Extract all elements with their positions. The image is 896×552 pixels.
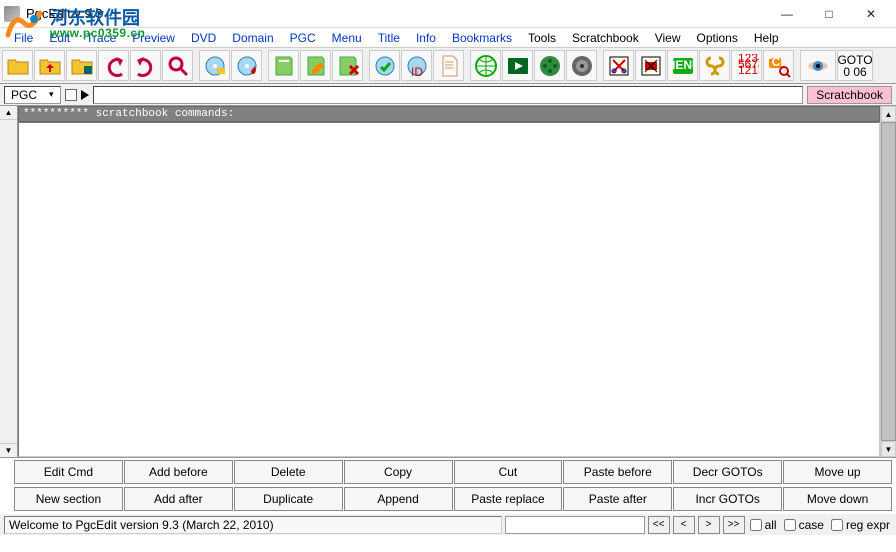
decr-gotos-button[interactable]: Decr GOTOs xyxy=(673,460,782,484)
nav-down[interactable]: ▼ xyxy=(0,443,17,457)
move-up-button[interactable]: Move up xyxy=(783,460,892,484)
disc-check-button[interactable] xyxy=(369,50,400,81)
paste-before-button[interactable]: Paste before xyxy=(563,460,672,484)
commands-body[interactable] xyxy=(18,122,880,457)
menu-domain[interactable]: Domain xyxy=(224,29,281,47)
pgc-selector[interactable]: PGC ▾ xyxy=(4,86,61,104)
cut-button[interactable]: Cut xyxy=(454,460,563,484)
menu-options[interactable]: Options xyxy=(689,29,746,47)
paste-after-button[interactable]: Paste after xyxy=(563,487,672,511)
close-button[interactable]: ✕ xyxy=(850,2,892,26)
nav-first[interactable]: << xyxy=(648,516,670,534)
titlebar: PgcEdit v 9.3 — □ ✕ xyxy=(0,0,896,28)
command-buttons-row1: Edit CmdAdd beforeDeleteCopyCutPaste bef… xyxy=(0,458,896,485)
numbers-button[interactable]: 123456781213 xyxy=(731,50,762,81)
undo-button[interactable] xyxy=(98,50,129,81)
menu-dvd[interactable]: DVD xyxy=(183,29,224,47)
scrollbar[interactable]: ▲ ▼ xyxy=(880,106,896,457)
menu-tools[interactable]: Tools xyxy=(520,29,564,47)
edit-cmd-button[interactable]: Edit Cmd xyxy=(14,460,123,484)
case-checkbox[interactable]: case xyxy=(782,518,826,532)
nav-prev[interactable]: < xyxy=(673,516,695,534)
menu-scratchbook[interactable]: Scratchbook xyxy=(564,29,647,47)
svg-text:ID: ID xyxy=(411,65,423,78)
link-button[interactable] xyxy=(699,50,730,81)
incr-gotos-button[interactable]: Incr GOTOs xyxy=(673,487,782,511)
window-title: PgcEdit v 9.3 xyxy=(26,6,766,21)
goto-button[interactable]: GOTO0 06 xyxy=(837,50,873,81)
svg-text:MENU: MENU xyxy=(671,58,695,72)
move-down-button[interactable]: Move down xyxy=(783,487,892,511)
disc-id-button[interactable]: ID xyxy=(401,50,432,81)
nav-column: ▲ ▼ xyxy=(0,106,18,457)
nav-next[interactable]: > xyxy=(698,516,720,534)
disc-burn-button[interactable] xyxy=(231,50,262,81)
menu-menu[interactable]: Menu xyxy=(324,29,370,47)
svg-text:1213: 1213 xyxy=(738,63,759,77)
copy-button[interactable]: Copy xyxy=(344,460,453,484)
add-before-button[interactable]: Add before xyxy=(124,460,233,484)
page-button[interactable] xyxy=(433,50,464,81)
menu-bookmarks[interactable]: Bookmarks xyxy=(444,29,520,47)
commands-header: ********** scratchbook commands: xyxy=(18,106,880,122)
app-icon xyxy=(4,6,20,22)
film-button[interactable] xyxy=(534,50,565,81)
menu-green-button[interactable]: MENU xyxy=(667,50,698,81)
all-checkbox[interactable]: all xyxy=(748,518,779,532)
search-input[interactable] xyxy=(505,516,645,534)
gear-button[interactable] xyxy=(566,50,597,81)
append-button[interactable]: Append xyxy=(344,487,453,511)
menu-file[interactable]: File xyxy=(6,29,41,47)
delete-button[interactable]: Delete xyxy=(234,460,343,484)
eye-button[interactable] xyxy=(800,50,836,81)
subbar-input[interactable] xyxy=(93,86,804,104)
play-icon[interactable] xyxy=(81,90,89,100)
checkbox[interactable] xyxy=(65,89,77,101)
menu-trace[interactable]: Trace xyxy=(78,29,124,47)
menu-edit[interactable]: Edit xyxy=(41,29,78,47)
book-edit-button[interactable] xyxy=(300,50,331,81)
play-tv-button[interactable] xyxy=(502,50,533,81)
menubar: FileEditTracePreviewDVDDomainPGCMenuTitl… xyxy=(0,28,896,48)
menu-help[interactable]: Help xyxy=(746,29,787,47)
menu-info[interactable]: Info xyxy=(408,29,444,47)
import-folder-button[interactable] xyxy=(34,50,65,81)
regex-checkbox[interactable]: reg expr xyxy=(829,518,892,532)
disc-open-button[interactable] xyxy=(199,50,230,81)
nav-up[interactable]: ▲ xyxy=(0,106,17,120)
toolbar: ID MENU 123456781213TCL GOTO0 06 xyxy=(0,48,896,84)
menu-pgc[interactable]: PGC xyxy=(282,29,324,47)
subbar: PGC ▾ Scratchbook xyxy=(0,84,896,106)
book-delete-button[interactable] xyxy=(332,50,363,81)
paste-replace-button[interactable]: Paste replace xyxy=(454,487,563,511)
menu-preview[interactable]: Preview xyxy=(124,29,183,47)
redo-button[interactable] xyxy=(130,50,161,81)
find-button[interactable] xyxy=(162,50,193,81)
cut-menu-button[interactable] xyxy=(635,50,666,81)
status-message: Welcome to PgcEdit version 9.3 (March 22… xyxy=(4,516,502,534)
command-buttons-row2: New sectionAdd afterDuplicateAppendPaste… xyxy=(0,485,896,512)
statusbar: Welcome to PgcEdit version 9.3 (March 22… xyxy=(0,513,896,535)
duplicate-button[interactable]: Duplicate xyxy=(234,487,343,511)
maximize-button[interactable]: □ xyxy=(808,2,850,26)
book-green-button[interactable] xyxy=(268,50,299,81)
globe-button[interactable] xyxy=(470,50,501,81)
menu-title[interactable]: Title xyxy=(370,29,408,47)
menu-view[interactable]: View xyxy=(647,29,689,47)
add-after-button[interactable]: Add after xyxy=(124,487,233,511)
open-folder-button[interactable] xyxy=(2,50,33,81)
scissors-button[interactable] xyxy=(603,50,634,81)
save-folder-button[interactable] xyxy=(66,50,97,81)
scratchbook-tab[interactable]: Scratchbook xyxy=(807,86,892,104)
nav-last[interactable]: >> xyxy=(723,516,745,534)
minimize-button[interactable]: — xyxy=(766,2,808,26)
new-section-button[interactable]: New section xyxy=(14,487,123,511)
tcl-zoom-button[interactable]: TCL xyxy=(763,50,794,81)
main-area: ▲ ▼ ********** scratchbook commands: ▲ ▼ xyxy=(0,106,896,458)
